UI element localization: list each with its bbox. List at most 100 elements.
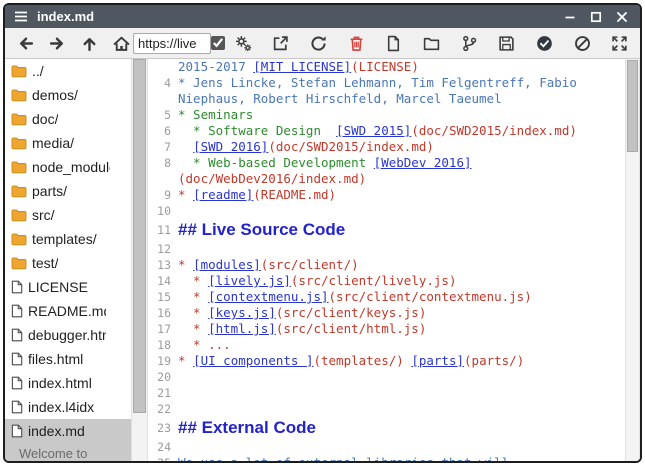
file-list-item[interactable]: test/ <box>5 251 131 275</box>
code-line[interactable]: We use a lot of external libraries that … <box>178 455 625 461</box>
file-list-item[interactable]: debugger.html <box>5 323 131 347</box>
markdown-link[interactable]: [lively.js] <box>208 273 291 288</box>
maximize-button[interactable] <box>587 9 605 25</box>
trash-icon <box>348 35 365 52</box>
code-line[interactable]: * [modules](src/client/) <box>178 257 625 273</box>
code-row: 17 * [html.js](src/client/html.js) <box>148 321 625 337</box>
markdown-link[interactable]: [modules] <box>193 257 261 272</box>
sidebar-scrollbar-thumb[interactable] <box>133 59 146 413</box>
code-line[interactable]: Niephaus, Robert Hirschfeld, Marcel Taeu… <box>178 91 625 107</box>
up-button[interactable] <box>77 31 101 55</box>
code-line[interactable] <box>178 401 625 417</box>
url-input[interactable] <box>133 33 211 54</box>
save-button[interactable] <box>495 31 519 55</box>
code-segment: * <box>178 305 208 320</box>
external-link-icon <box>272 35 289 52</box>
code-line[interactable]: 2015-2017 [MIT LICENSE](LICENSE) <box>178 59 625 75</box>
code-line[interactable]: * [keys.js](src/client/keys.js) <box>178 305 625 321</box>
file-list-item[interactable]: media/ <box>5 131 131 155</box>
back-button[interactable] <box>13 31 37 55</box>
code-line[interactable]: * [UI components ](templates/) [parts](p… <box>178 353 625 369</box>
code-row: Niephaus, Robert Hirschfeld, Marcel Taeu… <box>148 91 625 107</box>
code-line[interactable]: * Seminars <box>178 107 625 123</box>
file-list-item[interactable]: src/ <box>5 203 131 227</box>
file-list-item[interactable]: index.l4idx <box>5 395 131 419</box>
reload-button[interactable] <box>306 31 330 55</box>
file-list-item[interactable]: LICENSE <box>5 275 131 299</box>
code-line[interactable] <box>178 369 625 385</box>
open-external-button[interactable] <box>269 31 293 55</box>
minimize-button[interactable] <box>561 9 579 25</box>
settings-button[interactable] <box>231 31 255 55</box>
markdown-link[interactable]: [SWD 2016] <box>193 139 268 154</box>
accept-button[interactable] <box>533 31 557 55</box>
code-line[interactable]: [SWD 2016](doc/SWD2015/index.md) <box>178 139 625 155</box>
markdown-link[interactable]: [parts] <box>411 353 464 368</box>
file-list-item[interactable]: index.md <box>5 419 131 443</box>
markdown-link[interactable]: [readme] <box>193 187 253 202</box>
markdown-link[interactable]: [MIT LICENSE] <box>253 59 351 74</box>
new-file-button[interactable] <box>382 31 406 55</box>
code-line[interactable] <box>178 203 625 219</box>
auto-update-checkbox[interactable] <box>211 36 225 50</box>
code-line[interactable]: ## External Code <box>178 417 625 439</box>
file-list-item[interactable]: node_modules/ <box>5 155 131 179</box>
file-list-item[interactable]: README.md <box>5 299 131 323</box>
code-line[interactable]: * [lively.js](src/client/lively.js) <box>178 273 625 289</box>
file-list-item[interactable]: parts/ <box>5 179 131 203</box>
line-number: 8 <box>148 155 178 171</box>
markdown-link[interactable]: [contextmenu.js] <box>208 289 328 304</box>
file-list-item[interactable]: doc/ <box>5 107 131 131</box>
code-line[interactable] <box>178 241 625 257</box>
code-line[interactable]: * [readme](README.md) <box>178 187 625 203</box>
code-row: 23## External Code <box>148 417 625 439</box>
forward-button[interactable] <box>45 31 69 55</box>
menu-icon[interactable] <box>14 11 28 22</box>
markdown-link[interactable]: [html.js] <box>208 321 276 336</box>
fullscreen-button[interactable] <box>608 31 632 55</box>
code-segment: (src/client/lively.js) <box>291 273 457 288</box>
file-page-icon <box>11 352 23 366</box>
file-page-icon <box>11 376 23 390</box>
titlebar: index.md <box>5 5 640 28</box>
file-list-item[interactable]: demos/ <box>5 83 131 107</box>
code-line[interactable] <box>178 385 625 401</box>
line-number: 9 <box>148 187 178 203</box>
code-line[interactable]: * Software Design [SWD 2015](doc/SWD2015… <box>178 123 625 139</box>
code-segment: (src/client/html.js) <box>276 321 427 336</box>
code-segment: * Jens Lincke, Stefan Lehmann, Tim Felge… <box>178 75 577 90</box>
markdown-link[interactable]: [SWD 2015] <box>336 123 411 138</box>
version-control-button[interactable] <box>457 31 481 55</box>
close-button[interactable] <box>613 9 631 25</box>
markdown-link[interactable]: [UI components ] <box>193 353 313 368</box>
code-area[interactable]: 2015-2017 [MIT LICENSE](LICENSE)4* Jens … <box>148 59 625 461</box>
new-folder-button[interactable] <box>419 31 443 55</box>
arrow-up-icon <box>81 35 98 52</box>
file-name: test/ <box>32 255 58 271</box>
file-name: templates/ <box>32 231 97 247</box>
code-line[interactable]: (doc/WebDev2016/index.md) <box>178 171 625 187</box>
file-name: index.l4idx <box>28 399 94 415</box>
code-line[interactable]: * ... <box>178 337 625 353</box>
code-line[interactable] <box>178 439 625 455</box>
file-list-item[interactable]: ../ <box>5 59 131 83</box>
file-list-item[interactable]: index.html <box>5 371 131 395</box>
code-line[interactable]: * [contextmenu.js](src/client/contextmen… <box>178 289 625 305</box>
code-row: 12 <box>148 241 625 257</box>
code-row: 8 * Web-based Development [WebDev 2016] <box>148 155 625 171</box>
editor-scrollbar-thumb[interactable] <box>627 60 638 152</box>
file-list-item[interactable]: files.html <box>5 347 131 371</box>
file-name: index.html <box>28 375 92 391</box>
cancel-button[interactable] <box>570 31 594 55</box>
code-line[interactable]: * [html.js](src/client/html.js) <box>178 321 625 337</box>
delete-button[interactable] <box>344 31 368 55</box>
file-list-item[interactable]: templates/ <box>5 227 131 251</box>
code-row: 13* [modules](src/client/) <box>148 257 625 273</box>
markdown-link[interactable]: [WebDev 2016] <box>374 155 472 170</box>
code-line[interactable]: ## Live Source Code <box>178 219 625 241</box>
home-button[interactable] <box>109 31 133 55</box>
markdown-link[interactable]: [keys.js] <box>208 305 276 320</box>
code-line[interactable]: * Web-based Development [WebDev 2016] <box>178 155 625 171</box>
file-name: doc/ <box>32 111 58 127</box>
code-line[interactable]: * Jens Lincke, Stefan Lehmann, Tim Felge… <box>178 75 625 91</box>
